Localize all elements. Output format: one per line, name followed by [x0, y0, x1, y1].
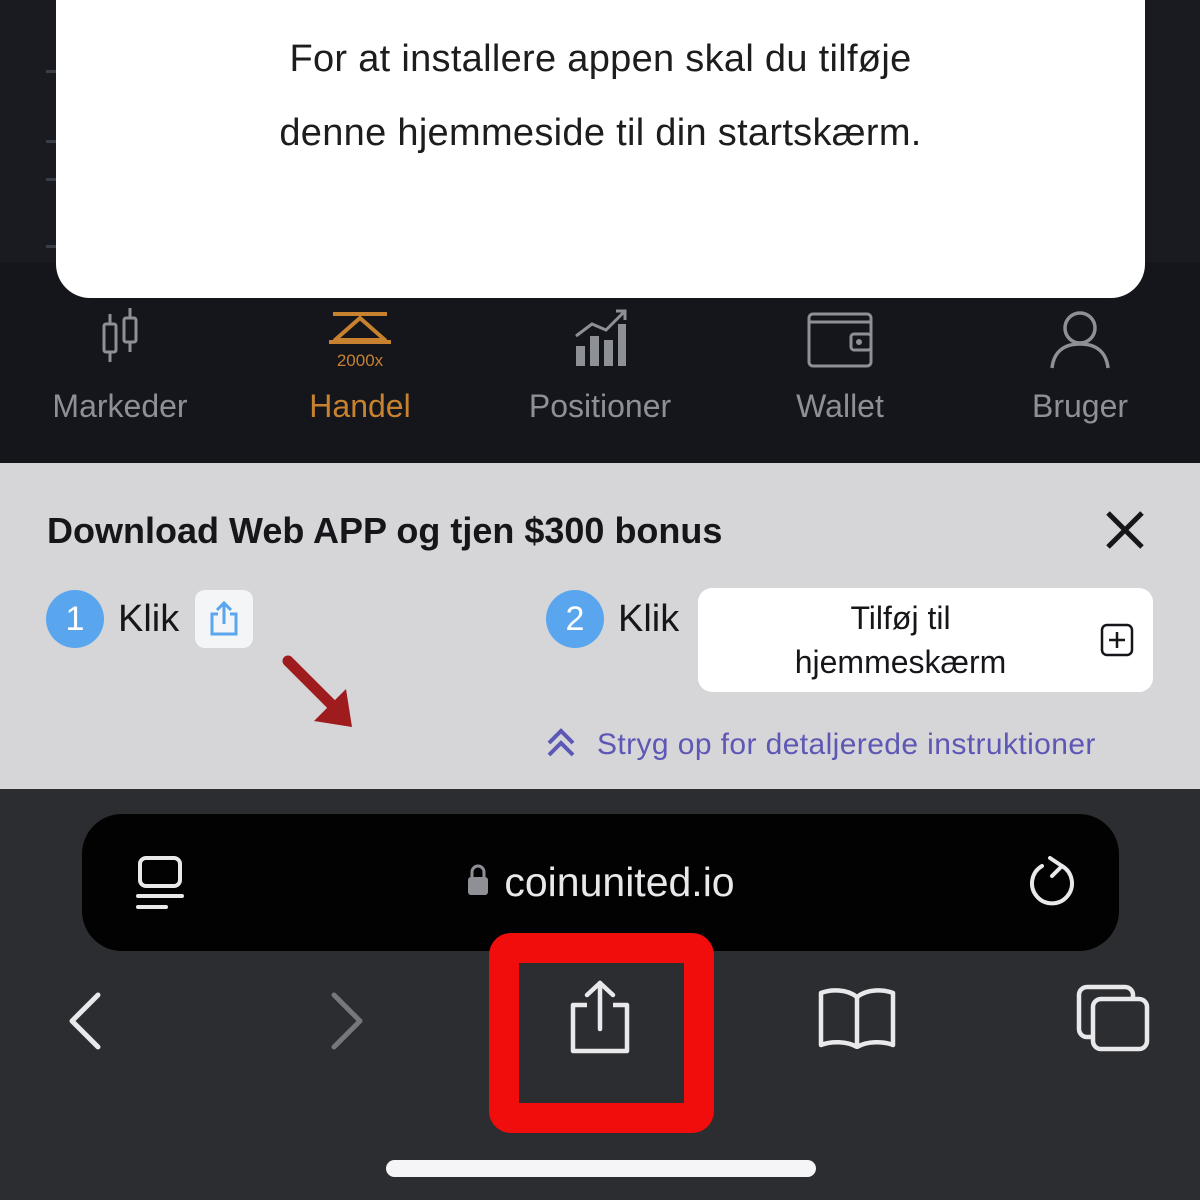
screen: For at installere appen skal du tilføje … [0, 0, 1200, 1200]
install-instructions-modal: For at installere appen skal du tilføje … [56, 0, 1145, 298]
step-label: Klik [118, 597, 180, 640]
pointer-arrow-icon [280, 655, 360, 740]
plus-square-icon [1100, 623, 1134, 662]
address-bar[interactable]: coinunited.io [82, 814, 1119, 951]
banner-title: Download Web APP og tjen $300 bonus [47, 510, 723, 551]
tab-label: Bruger [1031, 388, 1129, 424]
add-to-home-screen-label: Tilføj til hjemmeskærm [698, 596, 1103, 684]
add-to-home-screen-line2: hjemmeskærm [794, 644, 1007, 680]
add-to-home-screen-line1: Tilføj til [850, 600, 951, 636]
tab-bruger[interactable]: Bruger [960, 300, 1200, 463]
lock-icon [466, 863, 490, 902]
tab-label: Positioner [528, 388, 672, 424]
step-label: Klik [618, 597, 680, 640]
address-display: coinunited.io [82, 814, 1119, 951]
download-webapp-banner: Download Web APP og tjen $300 bonus 1 Kl… [0, 463, 1200, 789]
back-chevron-icon[interactable] [64, 991, 104, 1056]
url-text: coinunited.io [504, 859, 735, 905]
trade-scale-icon: 2000x [325, 306, 395, 370]
modal-message-line2: denne hjemmeside til din startskærm. [279, 112, 922, 154]
tab-label: Wallet [796, 388, 884, 424]
tabs-icon[interactable] [1075, 983, 1151, 1058]
reload-icon[interactable] [1022, 852, 1080, 919]
step-2: 2 Klik [546, 590, 679, 648]
swipe-up-hint[interactable]: Stryg op for detaljerede instruktioner [545, 725, 1096, 764]
tab-markeder[interactable]: Markeder [0, 300, 240, 463]
candlestick-icon [98, 306, 142, 370]
app-background: For at installere appen skal du tilføje … [0, 0, 1200, 463]
user-icon [1048, 306, 1112, 370]
tab-badge: 2000x [337, 351, 384, 370]
swipe-up-hint-text: Stryg op for detaljerede instruktioner [597, 727, 1096, 761]
forward-chevron-icon[interactable] [328, 991, 368, 1056]
double-chevron-up-icon [545, 725, 577, 764]
tab-wallet[interactable]: Wallet [720, 300, 960, 463]
close-icon[interactable] [1100, 505, 1150, 555]
step-number-badge: 2 [546, 590, 604, 648]
tab-label: Handel [309, 388, 411, 424]
modal-message: For at installere appen skal du tilføje … [56, 22, 1145, 170]
wallet-icon [805, 306, 875, 370]
browser-chrome: coinunited.io [0, 789, 1200, 1200]
share-icon [195, 590, 254, 648]
add-to-home-screen-button: Tilføj til hjemmeskærm [698, 588, 1153, 692]
step-number-badge: 1 [46, 590, 104, 648]
tab-handel[interactable]: 2000x Handel [240, 300, 480, 463]
tab-positioner[interactable]: Positioner [480, 300, 720, 463]
tab-label: Markeder [52, 388, 188, 424]
bottom-tab-bar: Markeder 2000x Handel Positioner Wallet … [0, 300, 1200, 463]
step-1: 1 Klik [46, 590, 254, 648]
home-indicator[interactable] [386, 1160, 816, 1177]
modal-message-line1: For at installere appen skal du tilføje [289, 38, 912, 80]
bookmarks-icon[interactable] [817, 987, 897, 1054]
bar-chart-icon [572, 306, 628, 370]
share-button-highlight [489, 933, 714, 1133]
